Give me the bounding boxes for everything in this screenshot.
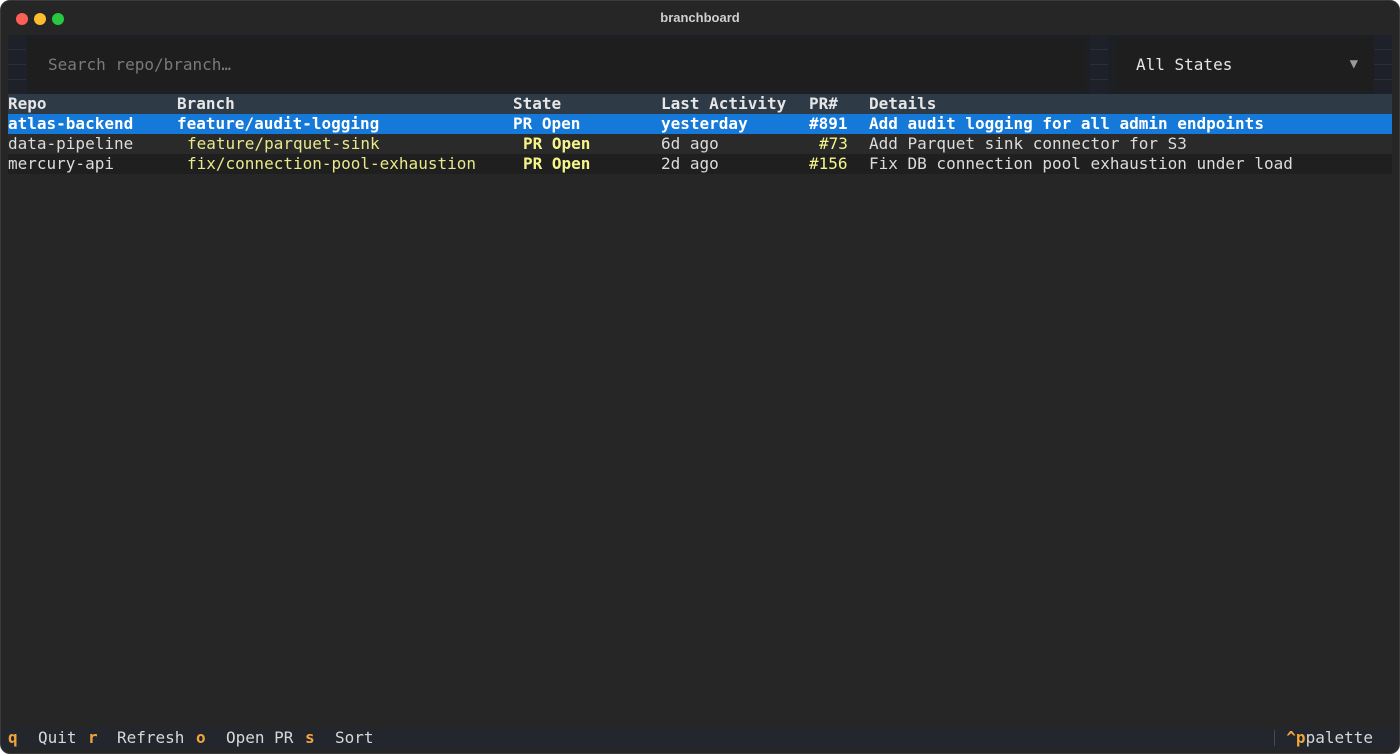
- command-palette-hint[interactable]: ^ppalette: [1286, 727, 1373, 749]
- binding-label-open-pr[interactable]: Open PR: [226, 727, 293, 749]
- cell-last-activity: 2d ago: [661, 154, 719, 173]
- cell-state: PR Open: [523, 134, 591, 153]
- binding-label-quit[interactable]: Quit: [38, 727, 77, 749]
- column-header-repo[interactable]: Repo: [8, 94, 47, 114]
- cell-pr-number[interactable]: #73: [819, 134, 848, 154]
- close-dot-icon[interactable]: [16, 13, 28, 25]
- app-window: branchboard All States ▼ Rep: [0, 0, 1400, 754]
- search-input[interactable]: [28, 38, 1086, 91]
- cell-branch: feature/parquet-sink: [187, 134, 380, 153]
- band-right-edge: [1374, 35, 1392, 94]
- cell-details: Add audit logging for all admin endpoint…: [869, 114, 1264, 133]
- cell-last-activity: yesterday: [661, 114, 748, 133]
- title-bar: branchboard: [1, 1, 1399, 35]
- column-header-details[interactable]: Details: [869, 94, 936, 114]
- cell-state: PR Open: [513, 114, 581, 133]
- keybinding-footer: q Quit r Refresh o Open PR s Sort ^ppale…: [1, 727, 1399, 749]
- cell-repo: mercury-api: [8, 154, 114, 173]
- column-header-branch[interactable]: Branch: [177, 94, 235, 114]
- maximize-dot-icon[interactable]: [52, 13, 64, 25]
- search-filter-bar: All States ▼: [8, 35, 1392, 94]
- cell-last-activity: 6d ago: [661, 134, 719, 153]
- footer-binding-refresh[interactable]: r: [88, 727, 98, 749]
- cell-repo: data-pipeline: [8, 134, 134, 153]
- cell-details: Fix DB connection pool exhaustion under …: [869, 154, 1293, 173]
- key-hint: r: [88, 728, 98, 747]
- palette-label: palette: [1305, 728, 1373, 747]
- footer-binding-sort[interactable]: s: [305, 727, 315, 749]
- binding-label-sort[interactable]: Sort: [335, 727, 374, 749]
- table-header: Repo Branch State Last Activity PR# Deta…: [8, 94, 1392, 114]
- search-box: [28, 38, 1086, 91]
- table-row[interactable]: data-pipeline feature/parquet-sink PR Op…: [8, 134, 1392, 154]
- band-mid-edge: [1090, 35, 1108, 94]
- minimize-dot-icon[interactable]: [34, 13, 46, 25]
- binding-label-refresh[interactable]: Refresh: [117, 727, 184, 749]
- cell-branch: feature/audit-logging: [177, 114, 380, 133]
- cell-branch: fix/connection-pool-exhaustion: [187, 154, 476, 173]
- state-filter-select[interactable]: All States ▼: [1116, 38, 1374, 91]
- key-hint: ^p: [1286, 728, 1306, 747]
- cell-pr-number[interactable]: #156: [809, 154, 848, 174]
- table-row-selected[interactable]: atlas-backend feature/audit-logging PR O…: [8, 114, 1392, 134]
- cell-details: Add Parquet sink connector for S3: [869, 134, 1187, 153]
- state-filter-value: All States: [1136, 55, 1233, 74]
- key-hint: o: [196, 728, 206, 747]
- band-left-edge: [8, 35, 26, 94]
- cell-pr-number[interactable]: #891: [809, 114, 848, 134]
- key-hint: s: [305, 728, 315, 747]
- column-header-last-activity[interactable]: Last Activity: [661, 94, 786, 114]
- cell-state: PR Open: [523, 154, 591, 173]
- key-hint: q: [8, 728, 18, 747]
- cell-repo: atlas-backend: [8, 114, 134, 133]
- column-header-state[interactable]: State: [513, 94, 561, 114]
- table-row[interactable]: mercury-api fix/connection-pool-exhausti…: [8, 154, 1392, 174]
- footer-divider: [1274, 730, 1275, 746]
- chevron-down-icon: ▼: [1349, 56, 1358, 72]
- window-title: branchboard: [660, 10, 740, 25]
- footer-binding-quit[interactable]: q: [8, 727, 18, 749]
- branch-table: Repo Branch State Last Activity PR# Deta…: [8, 94, 1392, 174]
- column-header-pr[interactable]: PR#: [809, 94, 838, 114]
- footer-binding-open-pr[interactable]: o: [196, 727, 206, 749]
